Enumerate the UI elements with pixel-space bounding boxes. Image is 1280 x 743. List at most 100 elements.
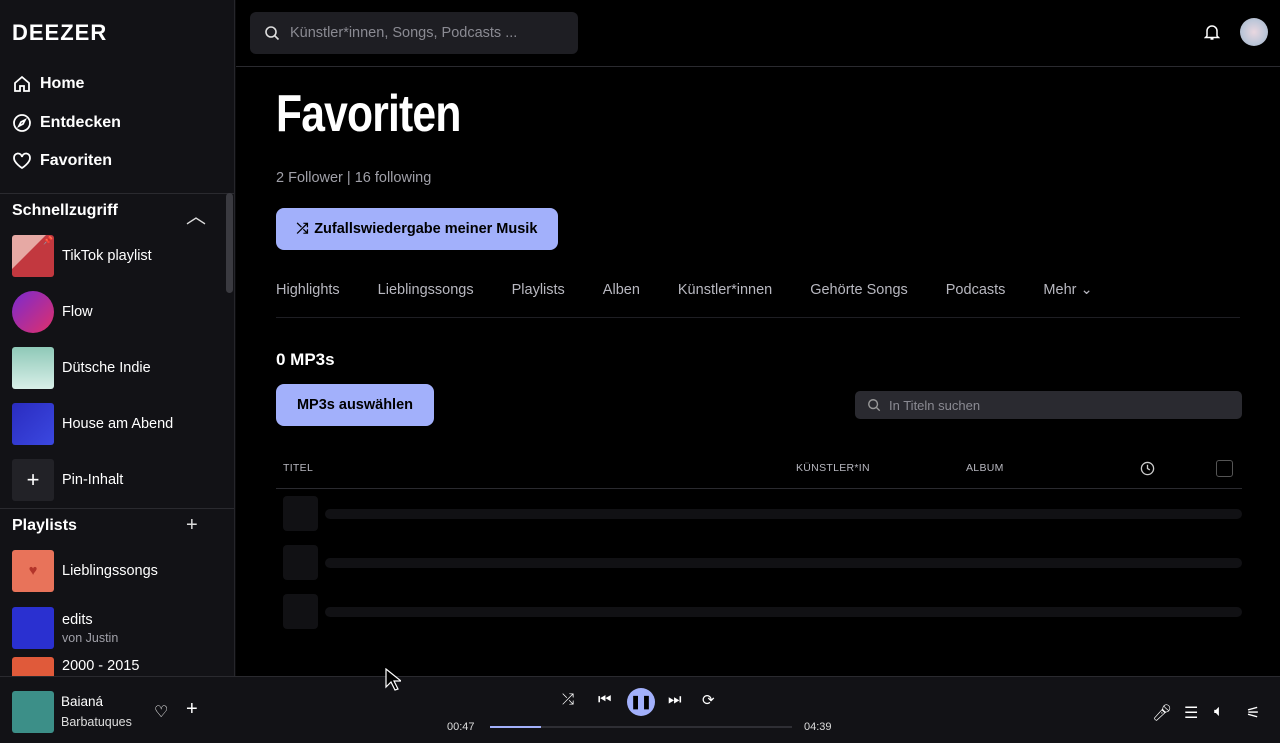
pause-button[interactable]: ❚❚	[627, 688, 655, 716]
avatar[interactable]	[1240, 18, 1268, 46]
tab-podcasts[interactable]: Podcasts	[946, 282, 1006, 298]
item-sub: von Justin	[62, 630, 119, 645]
button-label: MP3s auswählen	[296, 397, 414, 413]
search-icon	[265, 26, 280, 41]
tab-mehr[interactable]: Mehr ⌄	[1043, 282, 1092, 298]
divider	[0, 193, 234, 194]
tabs: Highlights Lieblingssongs Playlists Albe…	[276, 282, 1093, 298]
bell-icon[interactable]	[1204, 23, 1220, 41]
heart-icon	[13, 152, 31, 170]
collapse-chevron-icon[interactable]: ︿	[186, 200, 206, 229]
search-icon	[868, 399, 881, 412]
item-label: Flow	[62, 304, 93, 320]
progress-slider[interactable]	[490, 726, 792, 728]
item-label: edits	[62, 611, 93, 628]
item-label: Pin-Inhalt	[62, 472, 124, 488]
title-filter-input[interactable]: In Titeln suchen	[855, 391, 1242, 419]
next-icon[interactable]: ⏭	[668, 691, 682, 708]
nav-home[interactable]: Home	[12, 74, 84, 94]
skeleton-thumb	[283, 496, 318, 531]
tab-kuenstler[interactable]: Künstler*innen	[678, 282, 772, 298]
microphone-icon[interactable]: 🎤︎	[1152, 703, 1172, 723]
nav-label: Favoriten	[40, 152, 113, 169]
add-playlist-icon[interactable]: +	[186, 514, 198, 537]
add-icon[interactable]: +	[186, 698, 198, 721]
mouse-cursor	[385, 668, 401, 691]
shuffle-icon[interactable]: ⤮	[562, 691, 574, 708]
chevron-down-icon: ⌄	[1080, 282, 1093, 298]
clock-icon[interactable]	[1140, 461, 1155, 476]
column-album[interactable]: ALBUM	[966, 462, 1004, 474]
divider	[276, 317, 1240, 318]
sidebar: DEEZER Home Entdecken Favoriten Schnellz…	[0, 0, 235, 676]
progress-fill	[490, 726, 542, 728]
divider	[0, 508, 234, 509]
heart-icon[interactable]: ♡	[154, 702, 168, 722]
playlist-cover	[12, 403, 54, 445]
pin-content-button[interactable]: + Pin-Inhalt	[12, 459, 123, 501]
button-label: Zufallswiedergabe meiner Musik	[314, 221, 538, 237]
item-label: House am Abend	[62, 416, 174, 432]
skeleton-row	[325, 509, 1242, 519]
tab-alben[interactable]: Alben	[603, 282, 640, 298]
pin-icon: 📌	[43, 236, 53, 245]
shuffle-my-music-button[interactable]: ⤮ Zufallswiedergabe meiner Musik	[276, 208, 558, 250]
quick-item-flow[interactable]: Flow	[12, 291, 93, 333]
playlist-2000-2015[interactable]: 2000 - 2015	[12, 657, 139, 676]
column-title[interactable]: TITEL	[283, 462, 313, 474]
select-mp3s-button[interactable]: MP3s auswählen	[276, 384, 434, 426]
select-all-checkbox[interactable]	[1216, 460, 1233, 477]
plus-icon: +	[12, 459, 54, 501]
skeleton-thumb	[283, 545, 318, 580]
pause-icon: ❚❚	[630, 694, 652, 709]
skeleton-thumb	[283, 594, 318, 629]
item-label: 2000 - 2015	[62, 658, 140, 674]
tab-lieblingssongs[interactable]: Lieblingssongs	[378, 282, 474, 298]
nav-favoriten[interactable]: Favoriten	[12, 151, 112, 171]
top-bar: Künstler*innen, Songs, Podcasts ...	[236, 0, 1280, 67]
page-title: Favoriten	[276, 85, 461, 143]
deezer-logo[interactable]: DEEZER	[12, 20, 107, 46]
home-icon	[14, 75, 30, 92]
shuffle-icon: ⤮	[296, 221, 309, 237]
search-input[interactable]: Künstler*innen, Songs, Podcasts ...	[250, 12, 578, 54]
player-bar: Baianá Barbatuques ♡ + ⤮ ⏮ ❚❚ ⏭ ⟳ 00:47 …	[0, 676, 1280, 743]
filter-placeholder: In Titeln suchen	[889, 397, 981, 413]
tab-highlights[interactable]: Highlights	[276, 282, 340, 298]
tab-playlists[interactable]: Playlists	[512, 282, 565, 298]
playlist-cover	[12, 347, 54, 389]
quick-item-tiktok[interactable]: 📌 TikTok playlist	[12, 235, 152, 277]
track-title[interactable]: Baianá	[61, 694, 103, 709]
divider	[276, 488, 1242, 489]
item-label: Dütsche Indie	[62, 360, 151, 376]
tab-gehoerte-songs[interactable]: Gehörte Songs	[810, 282, 908, 298]
repeat-icon[interactable]: ⟳	[702, 691, 715, 709]
previous-icon[interactable]: ⏮	[598, 691, 612, 708]
skeleton-row	[325, 607, 1242, 617]
playlist-edits[interactable]: edits von Justin	[12, 607, 118, 649]
main-content: Künstler*innen, Songs, Podcasts ... Favo…	[236, 0, 1280, 676]
track-artist[interactable]: Barbatuques	[61, 715, 132, 729]
item-label: TikTok playlist	[62, 248, 152, 264]
quick-item-dutsche-indie[interactable]: Dütsche Indie	[12, 347, 151, 389]
queue-icon[interactable]: ☰	[1184, 703, 1198, 723]
playlist-lieblingssongs[interactable]: ♥ Lieblingssongs	[12, 550, 158, 592]
sidebar-scrollbar[interactable]	[226, 193, 233, 293]
skeleton-row	[325, 558, 1242, 568]
item-label: Lieblingssongs	[62, 563, 158, 579]
tab-label: Mehr	[1043, 282, 1077, 298]
column-artist[interactable]: KÜNSTLER*IN	[796, 462, 870, 474]
playlist-cover	[12, 657, 54, 676]
elapsed-time: 00:47	[447, 721, 475, 733]
duration: 04:39	[804, 721, 832, 733]
volume-icon[interactable]: 🔈︎	[1214, 703, 1224, 721]
follow-info[interactable]: 2 Follower | 16 following	[276, 170, 431, 186]
search-placeholder: Künstler*innen, Songs, Podcasts ...	[290, 25, 518, 41]
track-cover[interactable]	[12, 691, 54, 733]
flow-cover	[12, 291, 54, 333]
nav-entdecken[interactable]: Entdecken	[12, 113, 121, 133]
quick-item-house[interactable]: House am Abend	[12, 403, 173, 445]
nav-label: Home	[40, 75, 85, 92]
playlist-cover: 📌	[12, 235, 54, 277]
equalizer-icon[interactable]: ⚟	[1246, 703, 1260, 723]
